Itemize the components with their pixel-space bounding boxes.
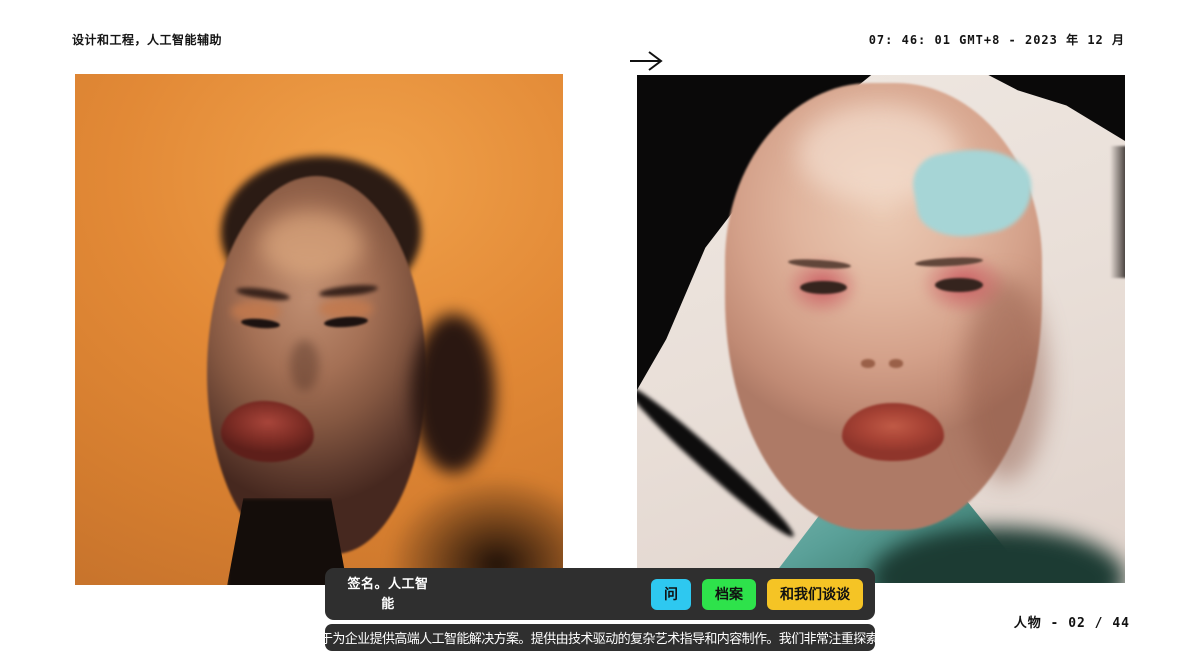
next-arrow-icon[interactable] (629, 49, 663, 73)
ticker-bar: 于为企业提供高端人工智能解决方案。提供由技术驱动的复杂艺术指导和内容制作。我们非… (325, 624, 875, 651)
page-counter: 人物 - 02 / 44 (1014, 612, 1130, 631)
corner-shadow (309, 411, 563, 585)
hair-strand-edge (1110, 146, 1125, 278)
nose-shadow (290, 340, 319, 391)
site-tagline: 设计和工程，人工智能辅助 (72, 31, 222, 48)
clock-timestamp: 07: 46: 01 GMT+8 - 2023 年 12 月 (869, 31, 1125, 48)
ticker-text: 于为企业提供高端人工智能解决方案。提供由技术驱动的复杂艺术指导和内容制作。我们非… (325, 628, 875, 647)
ask-button[interactable]: 问 (651, 579, 691, 610)
archive-button[interactable]: 档案 (702, 579, 756, 610)
action-buttons: 问 档案 和我们谈谈 (651, 579, 863, 610)
forehead-highlight (260, 212, 362, 278)
talk-to-us-button[interactable]: 和我们谈谈 (767, 579, 863, 610)
landing-page: 设计和工程，人工智能辅助 07: 46: 01 GMT+8 - 2023 年 1… (0, 0, 1200, 659)
nostril-left (861, 359, 876, 367)
signature-bar: 签名。人工智能 问 档案 和我们谈谈 (325, 568, 875, 620)
nostril-right (889, 359, 904, 367)
signature-label: 签名。人工智能 (342, 574, 434, 614)
portrait-image-right[interactable] (637, 75, 1125, 583)
eye-left (800, 281, 846, 294)
portrait-image-left[interactable] (75, 74, 563, 585)
